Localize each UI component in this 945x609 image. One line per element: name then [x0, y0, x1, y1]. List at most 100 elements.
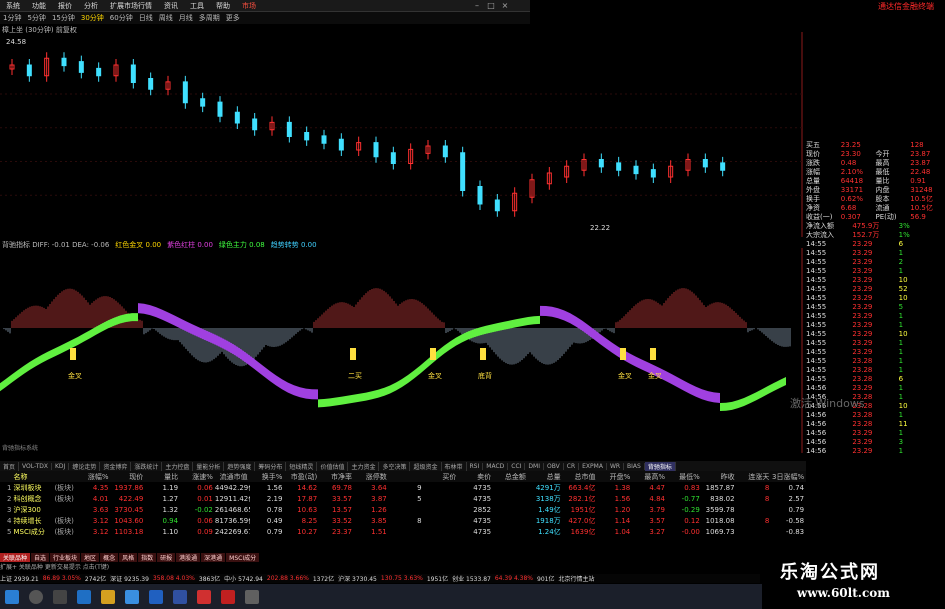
header-cell[interactable]: 涨速%: [180, 472, 215, 482]
mail-icon[interactable]: [149, 589, 163, 604]
header-cell[interactable]: 买价: [424, 472, 459, 482]
table-row[interactable]: 4持续增长 (板块) 3.12 1043.60 0.94 0.0681736.59亿 0.4…: [0, 515, 806, 526]
header-cell[interactable]: 最高%: [632, 472, 667, 482]
header-cell[interactable]: 总金额: [493, 472, 528, 482]
close-icon[interactable]: ×: [498, 0, 512, 11]
indicator-tab-20[interactable]: OBV: [544, 462, 564, 470]
header-cell[interactable]: 总市值: [563, 472, 598, 482]
menu-item-4[interactable]: 扩展市场行情: [104, 1, 158, 11]
minimize-icon[interactable]: –: [470, 0, 484, 11]
header-cell[interactable]: 最低%: [667, 472, 702, 482]
sector-tab-8[interactable]: 港股通: [176, 552, 201, 562]
menu-item-5[interactable]: 资讯: [158, 1, 184, 11]
header-cell[interactable]: 换手%: [250, 472, 285, 482]
candlestick-chart[interactable]: 24.58 22.22: [0, 32, 806, 237]
folder-icon[interactable]: [101, 589, 115, 604]
menu-item-7[interactable]: 帮助: [210, 1, 236, 11]
app-icon[interactable]: [173, 589, 187, 604]
quote-value: 64418: [840, 176, 864, 185]
period-tab-3[interactable]: 30分钟: [78, 13, 107, 23]
indicator-tab-24[interactable]: BIAS: [624, 462, 645, 470]
indicator-tab-9[interactable]: 筹码分布: [255, 461, 287, 471]
period-tab-7[interactable]: 月线: [176, 13, 196, 23]
header-cell[interactable]: 流通市值: [215, 472, 250, 482]
indicator-tab-13[interactable]: 多空决策: [379, 461, 411, 471]
header-cell[interactable]: 连涨天: [737, 472, 772, 482]
indicator-tab-23[interactable]: WR: [607, 462, 625, 470]
indicator-tab-5[interactable]: 涨跌统计: [131, 461, 163, 471]
indicator-tab-18[interactable]: CCI: [508, 462, 526, 470]
header-cell[interactable]: 市净率: [319, 472, 354, 482]
sector-tab-6[interactable]: 指数: [138, 552, 157, 562]
menu-item-2[interactable]: 报价: [52, 1, 78, 11]
tdx-app-icon[interactable]: [197, 589, 211, 604]
header-cell[interactable]: 开盘%: [597, 472, 632, 482]
indicator-tab-19[interactable]: DMI: [525, 462, 544, 470]
store-icon[interactable]: [125, 589, 139, 604]
sector-tab-7[interactable]: 研报: [157, 552, 176, 562]
menu-item-0[interactable]: 系统: [0, 1, 26, 11]
header-cell[interactable]: 名称: [13, 472, 54, 482]
settings-icon[interactable]: [245, 589, 259, 604]
windows-start-icon[interactable]: [5, 589, 19, 604]
sector-tab-5[interactable]: 风格: [119, 552, 138, 562]
indicator-tab-12[interactable]: 主力资金: [348, 461, 380, 471]
table-row[interactable]: 2科创概念 (板块) 4.01 422.49 1.27 0.0112911.42亿 2.19…: [0, 493, 806, 504]
sector-tab-4[interactable]: 概念: [100, 552, 119, 562]
period-tab-8[interactable]: 多周期: [196, 13, 223, 23]
indicator-tab-2[interactable]: KDJ: [52, 462, 70, 470]
indicator-tab-7[interactable]: 量能分析: [193, 461, 225, 471]
browser-icon[interactable]: [77, 589, 91, 604]
header-cell[interactable]: 昨收: [702, 472, 737, 482]
search-icon[interactable]: [29, 589, 43, 604]
header-cell[interactable]: 3日涨幅%: [771, 472, 806, 482]
menu-item-market[interactable]: 市场: [236, 1, 262, 11]
period-tab-5[interactable]: 日线: [136, 13, 156, 23]
cell: 4.35: [92, 483, 109, 492]
menu-item-3[interactable]: 分析: [78, 1, 104, 11]
task-view-icon[interactable]: [53, 589, 67, 604]
header-cell[interactable]: 量比: [145, 472, 180, 482]
header-cell[interactable]: 现价: [111, 472, 146, 482]
indicator-tab-17[interactable]: MACD: [483, 462, 509, 470]
header-cell[interactable]: 涨停数: [354, 472, 389, 482]
trading-app-icon[interactable]: [221, 589, 235, 604]
period-tab-2[interactable]: 15分钟: [49, 13, 78, 23]
indicator-chart[interactable]: 金叉 二买 金叉 底背 金叉 金叉: [0, 248, 806, 453]
sector-tab-9[interactable]: 深港通: [201, 552, 226, 562]
indicator-tab-8[interactable]: 趋势强度: [224, 461, 256, 471]
period-tab-4[interactable]: 60分钟: [107, 13, 136, 23]
indicator-tab-4[interactable]: 资金博弈: [100, 461, 132, 471]
header-cell[interactable]: 市盈(动): [284, 472, 319, 482]
menu-item-1[interactable]: 功能: [26, 1, 52, 11]
header-cell[interactable]: 卖价: [458, 472, 493, 482]
indicator-tab-6[interactable]: 主力控盘: [162, 461, 194, 471]
indicator-tab-15[interactable]: 布林带: [442, 461, 467, 471]
indicator-tab-10[interactable]: 短线精灵: [286, 461, 318, 471]
indicator-tab-3[interactable]: 缠论走势: [69, 461, 101, 471]
maximize-icon[interactable]: □: [484, 0, 498, 11]
indicator-tab-25[interactable]: 背驰指标: [644, 461, 676, 471]
table-row[interactable]: 1深圳板块 (板块) 4.35 1937.86 1.19 0.0644942.29亿 1.5…: [0, 482, 806, 493]
indicator-tab-21[interactable]: CR: [564, 462, 580, 470]
header-cell[interactable]: 涨幅%: [76, 472, 111, 482]
indicator-tab-16[interactable]: RSI: [467, 462, 484, 470]
indicator-tab-1[interactable]: VOL-TDX: [19, 462, 52, 470]
period-tab-1[interactable]: 5分钟: [24, 13, 48, 23]
header-cell[interactable]: 总量: [528, 472, 563, 482]
table-row[interactable]: 5MSCI成分 (板块) 3.12 1103.18 1.10 0.09242269.67亿…: [0, 526, 806, 537]
sector-tab-1[interactable]: 自选: [31, 552, 50, 562]
period-tab-6[interactable]: 周线: [156, 13, 176, 23]
sector-tab-10[interactable]: MSCI成分: [226, 552, 260, 562]
period-tab-0[interactable]: 1分钟: [0, 13, 24, 23]
indicator-tab-0[interactable]: 首页: [0, 461, 20, 471]
indicator-tab-14[interactable]: 超级资金: [410, 461, 442, 471]
sector-tab-2[interactable]: 行业板块: [50, 552, 81, 562]
sector-tab-0[interactable]: 关联品种: [0, 552, 31, 562]
indicator-tab-22[interactable]: EXPMA: [579, 462, 607, 470]
period-tab-9[interactable]: 更多: [223, 13, 243, 23]
indicator-tab-11[interactable]: 价值估值: [317, 461, 349, 471]
sector-tab-3[interactable]: 地区: [81, 552, 100, 562]
menu-item-6[interactable]: 工具: [184, 1, 210, 11]
table-row[interactable]: 3沪深300 3.63 3730.45 1.32 -0.02261468.65亿 0.78…: [0, 504, 806, 515]
